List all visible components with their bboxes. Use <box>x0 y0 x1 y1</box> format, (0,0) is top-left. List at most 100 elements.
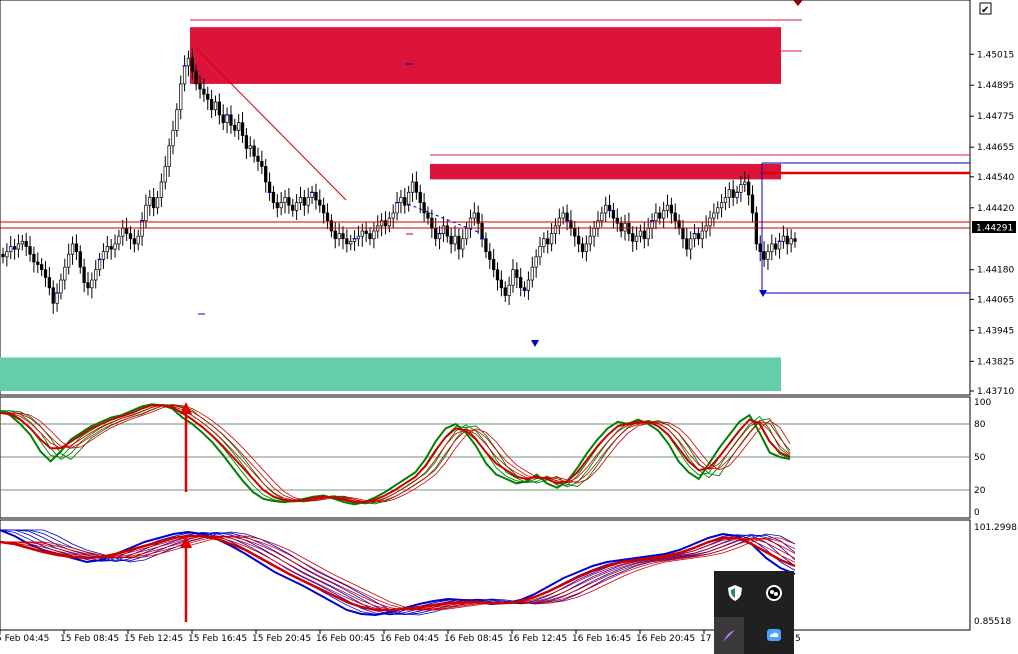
candle-body <box>426 212 430 219</box>
candle-body <box>665 204 670 211</box>
candle-body <box>669 204 674 214</box>
candle-body <box>179 83 183 111</box>
candle-body <box>592 228 596 237</box>
candle-body <box>202 88 206 95</box>
candle-body <box>762 251 766 260</box>
candle-body <box>248 145 252 149</box>
candle-body <box>206 93 210 100</box>
candle-body <box>264 166 268 183</box>
time-tick-label: 16 Feb 00:45 <box>316 634 375 644</box>
candle-body <box>464 228 469 240</box>
candle-body <box>209 99 214 111</box>
trading-chart: 1.45015 1.44895 1.44775 1.44655 1.44540 1.444… <box>0 0 1018 644</box>
candle-body <box>700 230 704 240</box>
current-price-value: 1.44291 <box>976 224 1013 234</box>
time-tick-label: 16 Feb 20:45 <box>636 634 695 644</box>
price-tick-label: 1.43825 <box>977 357 1014 367</box>
candle-body <box>661 210 666 219</box>
candle-body <box>584 243 589 253</box>
candle-body <box>360 230 364 237</box>
candle-body <box>155 197 160 209</box>
time-tick-label: 15 Feb 12:45 <box>124 634 183 644</box>
candle-body <box>689 238 693 250</box>
candle-body <box>407 191 411 206</box>
candle-body <box>229 114 233 126</box>
time-tick-label: 16 Feb 04:45 <box>380 634 439 644</box>
candle-body <box>511 269 515 286</box>
candle-body <box>770 243 774 253</box>
candle-body <box>600 212 604 222</box>
candle-body <box>743 181 747 185</box>
toolbar-checkbox-mark: ✔ <box>981 5 989 16</box>
candle-body <box>275 202 279 209</box>
candle-body <box>461 238 465 250</box>
time-tick-label: 16 Feb 08:45 <box>444 634 503 644</box>
candle-body <box>607 204 612 211</box>
candle-body <box>766 251 770 260</box>
candle-body <box>638 230 643 237</box>
candle-body <box>549 233 554 245</box>
candle-body <box>696 233 701 240</box>
candle-body <box>692 233 697 240</box>
candle-body <box>468 217 473 229</box>
candle-body <box>646 228 650 240</box>
time-tick-label: 5 <box>795 634 801 644</box>
feather-icon[interactable] <box>714 617 744 654</box>
candle-body <box>113 243 117 250</box>
candle-body <box>534 256 538 268</box>
osc-tick-label: 0.85518 <box>974 617 1011 627</box>
candle-body <box>573 228 577 237</box>
price-tick-label: 1.44655 <box>977 143 1014 153</box>
candle-body <box>789 238 793 245</box>
candle-body <box>294 202 299 211</box>
candle-body <box>132 238 137 245</box>
candle-body <box>480 222 484 240</box>
candle-body <box>576 235 581 245</box>
candle-body <box>314 191 318 201</box>
candle-body <box>148 197 152 206</box>
candle-body <box>144 204 148 222</box>
candle-body <box>341 233 345 240</box>
candle-body <box>124 228 129 234</box>
candle-body <box>712 212 716 219</box>
candle-body <box>723 197 728 203</box>
candle-body <box>16 243 21 250</box>
candle-body <box>414 181 419 193</box>
shield-icon[interactable] <box>723 581 747 605</box>
candle-body <box>345 238 349 245</box>
candle-body <box>240 122 245 136</box>
candle-body <box>368 233 372 240</box>
candle-body <box>260 160 264 167</box>
candle-body <box>5 251 9 258</box>
candle-body <box>777 240 782 250</box>
candle-body <box>256 155 260 162</box>
cloud-icon[interactable] <box>762 623 786 647</box>
candle-body <box>619 222 623 232</box>
candle-body <box>163 166 167 183</box>
price-tick-label: 1.44775 <box>977 112 1014 122</box>
candle-body <box>449 235 453 245</box>
candle-body <box>441 225 446 234</box>
candle-body <box>719 202 724 209</box>
candle-body <box>785 235 789 245</box>
price-tick-label: 1.44065 <box>977 295 1014 305</box>
candle-body <box>237 122 241 131</box>
candle-body <box>484 238 488 253</box>
stoch-tick-label: 20 <box>974 486 986 496</box>
logo-icon[interactable] <box>762 581 786 605</box>
stoch-tick-label: 80 <box>974 420 986 430</box>
time-tick-label: 15 Feb 08:45 <box>60 634 119 644</box>
candle-body <box>167 145 171 167</box>
candle-body <box>74 243 79 253</box>
candle-body <box>59 279 63 294</box>
candle-body <box>298 197 303 203</box>
candle-body <box>322 204 326 214</box>
candle-body <box>395 202 399 214</box>
candle-body <box>580 243 585 253</box>
candle-body <box>507 284 511 296</box>
candle-body <box>685 238 689 250</box>
candle-body <box>194 70 198 85</box>
candle-body <box>391 212 395 219</box>
candle-body <box>495 269 500 281</box>
candle-body <box>542 238 546 247</box>
